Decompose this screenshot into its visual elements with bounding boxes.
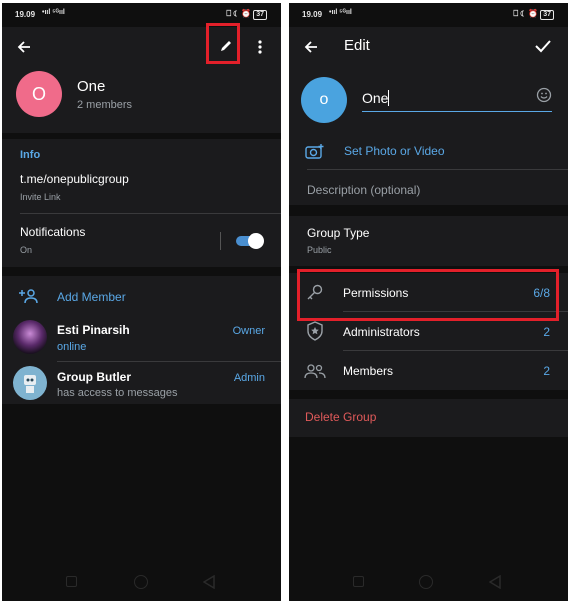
text-cursor [388, 90, 389, 106]
notifications-value: On [20, 245, 33, 255]
signal-indicator: •ııl ⁵ᴳııl [329, 9, 352, 16]
add-member-icon [19, 289, 38, 304]
recents-icon[interactable] [353, 576, 364, 587]
divider [220, 232, 221, 250]
divider [57, 361, 281, 362]
battery-indicator: 37 [253, 10, 267, 20]
status-time: 19.09 [15, 10, 36, 19]
invite-link[interactable]: t.me/onepublicgroup [20, 172, 129, 186]
home-icon[interactable] [419, 575, 433, 589]
administrators-value: 2 [543, 325, 550, 339]
members-value: 2 [543, 364, 550, 378]
member-role: Admin [233, 372, 265, 384]
delete-group-label: Delete Group [305, 410, 377, 424]
camera-add-icon [305, 144, 324, 159]
group-avatar[interactable]: O [16, 71, 62, 117]
group-info-screen: 19.09 •ııl ⁵ᴳııl ⎕ ☾ ⏰ 37 O One 2 members… [2, 3, 281, 601]
info-header: Info [20, 149, 41, 161]
highlight-permissions-row [297, 269, 559, 321]
status-time: 19.09 [302, 10, 323, 19]
description-input[interactable]: Description (optional) [307, 183, 420, 197]
highlight-edit-button [206, 23, 240, 64]
members-count: 2 members [77, 99, 133, 111]
divider [307, 169, 568, 170]
home-icon[interactable] [134, 575, 148, 589]
toggle-knob [248, 233, 264, 249]
edit-header: Edit o One Set Photo or Video Descriptio… [289, 27, 568, 205]
edit-group-screen: 19.09 •ııl ⁵ᴳııl ⎕ ☾ ⏰ 37 Edit o One Set … [289, 3, 568, 601]
group-avatar[interactable]: o [301, 77, 347, 123]
group-name-input[interactable]: One [362, 86, 552, 112]
notifications-toggle[interactable] [236, 233, 264, 249]
member-role: Owner [232, 325, 265, 337]
member-status: has access to messages [57, 387, 178, 399]
group-type-label: Group Type [307, 226, 370, 240]
status-icons: ⎕ ☾ ⏰ 37 [513, 9, 554, 20]
system-nav-bar [2, 563, 281, 601]
member-avatar [13, 366, 47, 400]
administrators-label: Administrators [343, 325, 420, 339]
add-member-label: Add Member [57, 290, 126, 304]
signal-indicator: •ııl ⁵ᴳııl [42, 9, 65, 16]
divider [343, 350, 568, 351]
back-nav-icon[interactable] [489, 575, 501, 589]
status-right-icons: ⎕ ☾ ⏰ [513, 9, 539, 18]
emoji-icon[interactable] [536, 87, 552, 103]
checkmark-icon[interactable] [535, 39, 551, 53]
divider [20, 213, 281, 214]
back-nav-icon[interactable] [203, 575, 215, 589]
status-icons: ⎕ ☾ ⏰ 37 [226, 9, 267, 20]
group-name: One [77, 78, 106, 95]
people-icon [304, 364, 326, 379]
set-photo-label: Set Photo or Video [344, 144, 445, 158]
group-type-value: Public [307, 245, 332, 255]
status-right-icons: ⎕ ☾ ⏰ [226, 9, 252, 18]
shield-star-icon [307, 321, 323, 341]
info-section: Info t.me/onepublicgroup Invite Link Not… [2, 139, 281, 267]
member-name: Group Butler [57, 370, 131, 384]
group-name-value: One [362, 90, 389, 106]
member-status: online [57, 341, 87, 353]
member-avatar [13, 320, 47, 354]
more-options-icon[interactable] [258, 39, 262, 55]
robot-icon [24, 375, 36, 393]
member-name: Esti Pinarsih [57, 323, 130, 337]
back-arrow-icon[interactable] [16, 39, 32, 55]
delete-group-button[interactable]: Delete Group [289, 399, 568, 437]
page-title: Edit [344, 37, 370, 54]
recents-icon[interactable] [66, 576, 77, 587]
battery-indicator: 37 [540, 10, 554, 20]
invite-link-caption: Invite Link [20, 192, 61, 202]
back-arrow-icon[interactable] [303, 39, 319, 55]
members-label: Members [343, 364, 394, 378]
group-type-row[interactable]: Group Type Public [289, 216, 568, 266]
system-nav-bar [289, 563, 568, 601]
members-section: Add Member Esti Pinarsih online Owner Gr… [2, 276, 281, 404]
status-bar: 19.09 •ııl ⁵ᴳııl ⎕ ☾ ⏰ 37 [289, 3, 568, 27]
notifications-label: Notifications [20, 225, 86, 239]
